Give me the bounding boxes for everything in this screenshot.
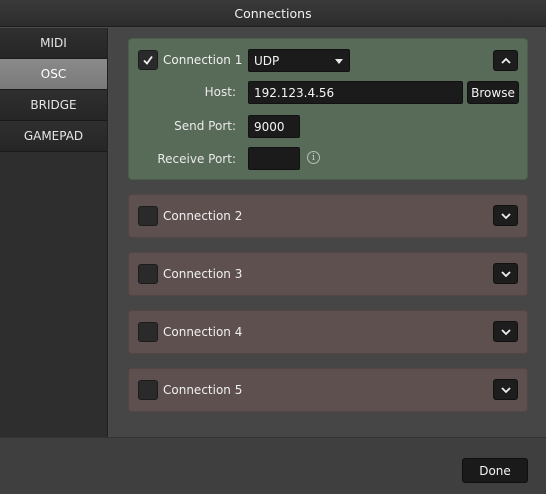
checkmark-icon: [143, 55, 153, 65]
connection-5-label: Connection 5: [163, 383, 243, 397]
connection-4-label: Connection 4: [163, 325, 243, 339]
connection-2-checkbox[interactable]: [138, 206, 158, 226]
info-glyph: i: [312, 152, 315, 163]
window-titlebar: Connections: [0, 0, 546, 27]
sidebar-item-label: MIDI: [40, 36, 67, 50]
sidebar-item-label: GAMEPAD: [23, 129, 84, 143]
protocol-select[interactable]: UDP: [248, 49, 350, 72]
connection-2-label: Connection 2: [163, 209, 243, 223]
sidebar-item-midi[interactable]: MIDI: [0, 28, 107, 59]
connection-3-checkbox[interactable]: [138, 264, 158, 284]
sidebar-item-bridge[interactable]: BRIDGE: [0, 90, 107, 121]
connection-4-checkbox[interactable]: [138, 322, 158, 342]
connection-5-checkbox[interactable]: [138, 380, 158, 400]
host-label: Host:: [204, 85, 236, 99]
browse-label: Browse: [471, 85, 515, 100]
sidebar-item-osc[interactable]: OSC: [0, 59, 107, 90]
connection-1-label: Connection 1: [163, 53, 243, 67]
connection-panel-5: Connection 5: [128, 368, 528, 412]
chevron-up-icon: [500, 57, 511, 64]
connection-1-checkbox[interactable]: [138, 50, 158, 70]
sidebar-item-label: BRIDGE: [30, 98, 77, 112]
sidebar-item-gamepad[interactable]: GAMEPAD: [0, 121, 107, 152]
expand-toggle-button[interactable]: [493, 379, 518, 400]
send-port-input[interactable]: 9000: [248, 115, 300, 138]
done-label: Done: [479, 463, 511, 478]
expand-toggle-button[interactable]: [493, 321, 518, 342]
dialog-footer: Done: [0, 437, 546, 494]
receive-port-input[interactable]: [248, 147, 300, 170]
browse-button[interactable]: Browse: [467, 81, 519, 104]
receive-port-label: Receive Port:: [157, 152, 236, 166]
expand-toggle-button[interactable]: [493, 263, 518, 284]
sidebar-item-label: OSC: [40, 67, 67, 81]
connection-3-label: Connection 3: [163, 267, 243, 281]
expand-toggle-button[interactable]: [493, 205, 518, 226]
dropdown-caret-icon: [335, 59, 343, 64]
connection-panel-1: Connection 1 UDP Host: 192.123.4.56 Brow…: [128, 38, 528, 180]
collapse-toggle-button[interactable]: [493, 50, 518, 71]
protocol-value: UDP: [254, 53, 280, 68]
connections-list: Connection 1 UDP Host: 192.123.4.56 Brow…: [109, 28, 546, 437]
window-title: Connections: [234, 5, 312, 21]
connection-panel-4: Connection 4: [128, 310, 528, 354]
connection-panel-3: Connection 3: [128, 252, 528, 296]
chevron-down-icon: [500, 212, 511, 219]
host-input[interactable]: 192.123.4.56: [248, 81, 463, 104]
host-value: 192.123.4.56: [254, 85, 335, 100]
send-port-value: 9000: [254, 119, 285, 134]
chevron-down-icon: [500, 328, 511, 335]
connection-panel-2: Connection 2: [128, 194, 528, 238]
done-button[interactable]: Done: [462, 458, 528, 483]
chevron-down-icon: [500, 270, 511, 277]
info-icon[interactable]: i: [307, 151, 320, 164]
sidebar: MIDI OSC BRIDGE GAMEPAD: [0, 28, 108, 437]
send-port-label: Send Port:: [174, 119, 236, 133]
chevron-down-icon: [500, 386, 511, 393]
